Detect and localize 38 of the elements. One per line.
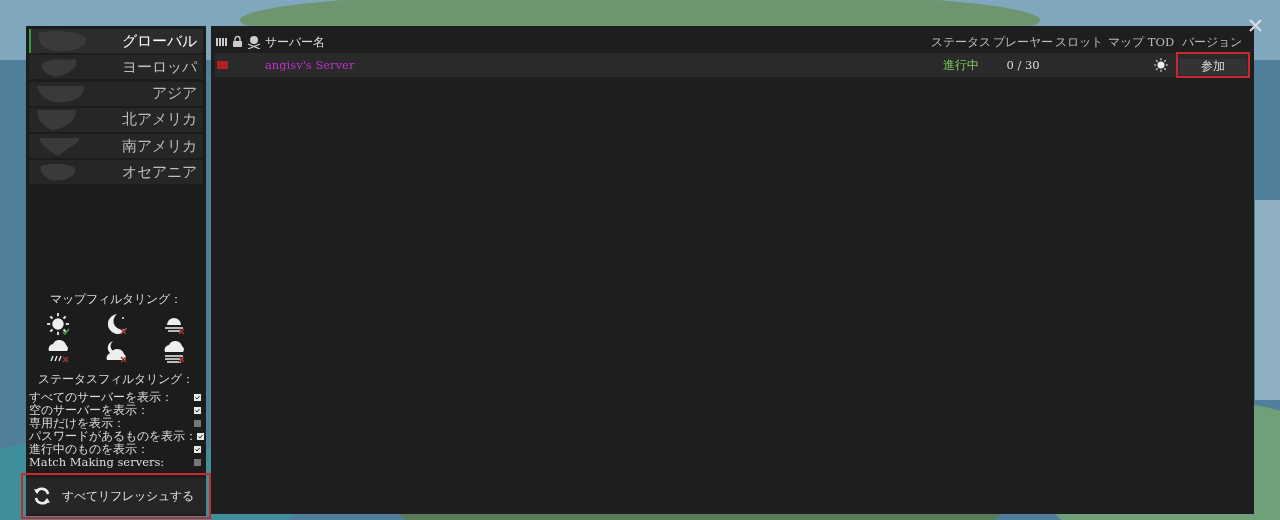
table-cell-text: 0 / 30 <box>1005 58 1041 72</box>
refresh-icon <box>32 486 52 506</box>
region-tab[interactable]: アジア <box>29 81 203 106</box>
signal-icon <box>217 61 228 69</box>
region-tab[interactable]: 南アメリカ <box>29 134 203 159</box>
filter-label: 空のサーバーを表示： <box>29 404 149 417</box>
checkbox[interactable] <box>194 446 201 453</box>
region-tab[interactable]: 北アメリカ <box>29 107 203 132</box>
checkbox[interactable] <box>194 394 201 401</box>
sun-filter-icon[interactable] <box>45 311 71 337</box>
column-header: プレーヤー <box>992 34 1054 50</box>
region-tab[interactable]: オセアニア <box>29 160 203 185</box>
refresh-button[interactable]: すべてリフレッシュする <box>26 478 206 514</box>
column-header: サーバー名 <box>265 34 326 50</box>
filter-title: マップフィルタリング： <box>49 291 183 308</box>
filter-label: すべてのサーバーを表示： <box>29 391 173 404</box>
table-cell-text: 進行中 <box>942 57 980 73</box>
close-icon[interactable] <box>1249 19 1262 32</box>
column-header: マップ <box>1107 34 1146 50</box>
column-header: ステータス <box>930 34 992 50</box>
column-header: スロット <box>1054 34 1104 50</box>
filter-label: Match Making servers: <box>29 456 165 469</box>
join-button[interactable]: 参加 <box>1179 58 1247 75</box>
column-header: バージョン <box>1181 34 1243 50</box>
filter-label: 専用だけを表示： <box>29 417 125 430</box>
checkbox[interactable] <box>194 420 201 427</box>
table-cell-text: angisv's Server <box>265 58 356 72</box>
sun-icon <box>1153 57 1169 73</box>
filter-label: パスワードがあるものを表示： <box>29 430 197 443</box>
checkbox[interactable] <box>194 459 201 466</box>
filter-title: ステータスフィルタリング： <box>37 371 195 388</box>
checkbox[interactable] <box>194 407 201 414</box>
checkbox[interactable] <box>197 433 204 440</box>
server-row[interactable]: angisv's Server 進行中 0 / 30 参加 <box>215 53 1250 77</box>
filter-label: 進行中のものを表示： <box>29 443 149 456</box>
region-tab[interactable]: ヨーロッパ <box>29 55 203 80</box>
column-header: TOD <box>1148 35 1174 49</box>
region-tab[interactable]: グローバル <box>29 29 203 53</box>
